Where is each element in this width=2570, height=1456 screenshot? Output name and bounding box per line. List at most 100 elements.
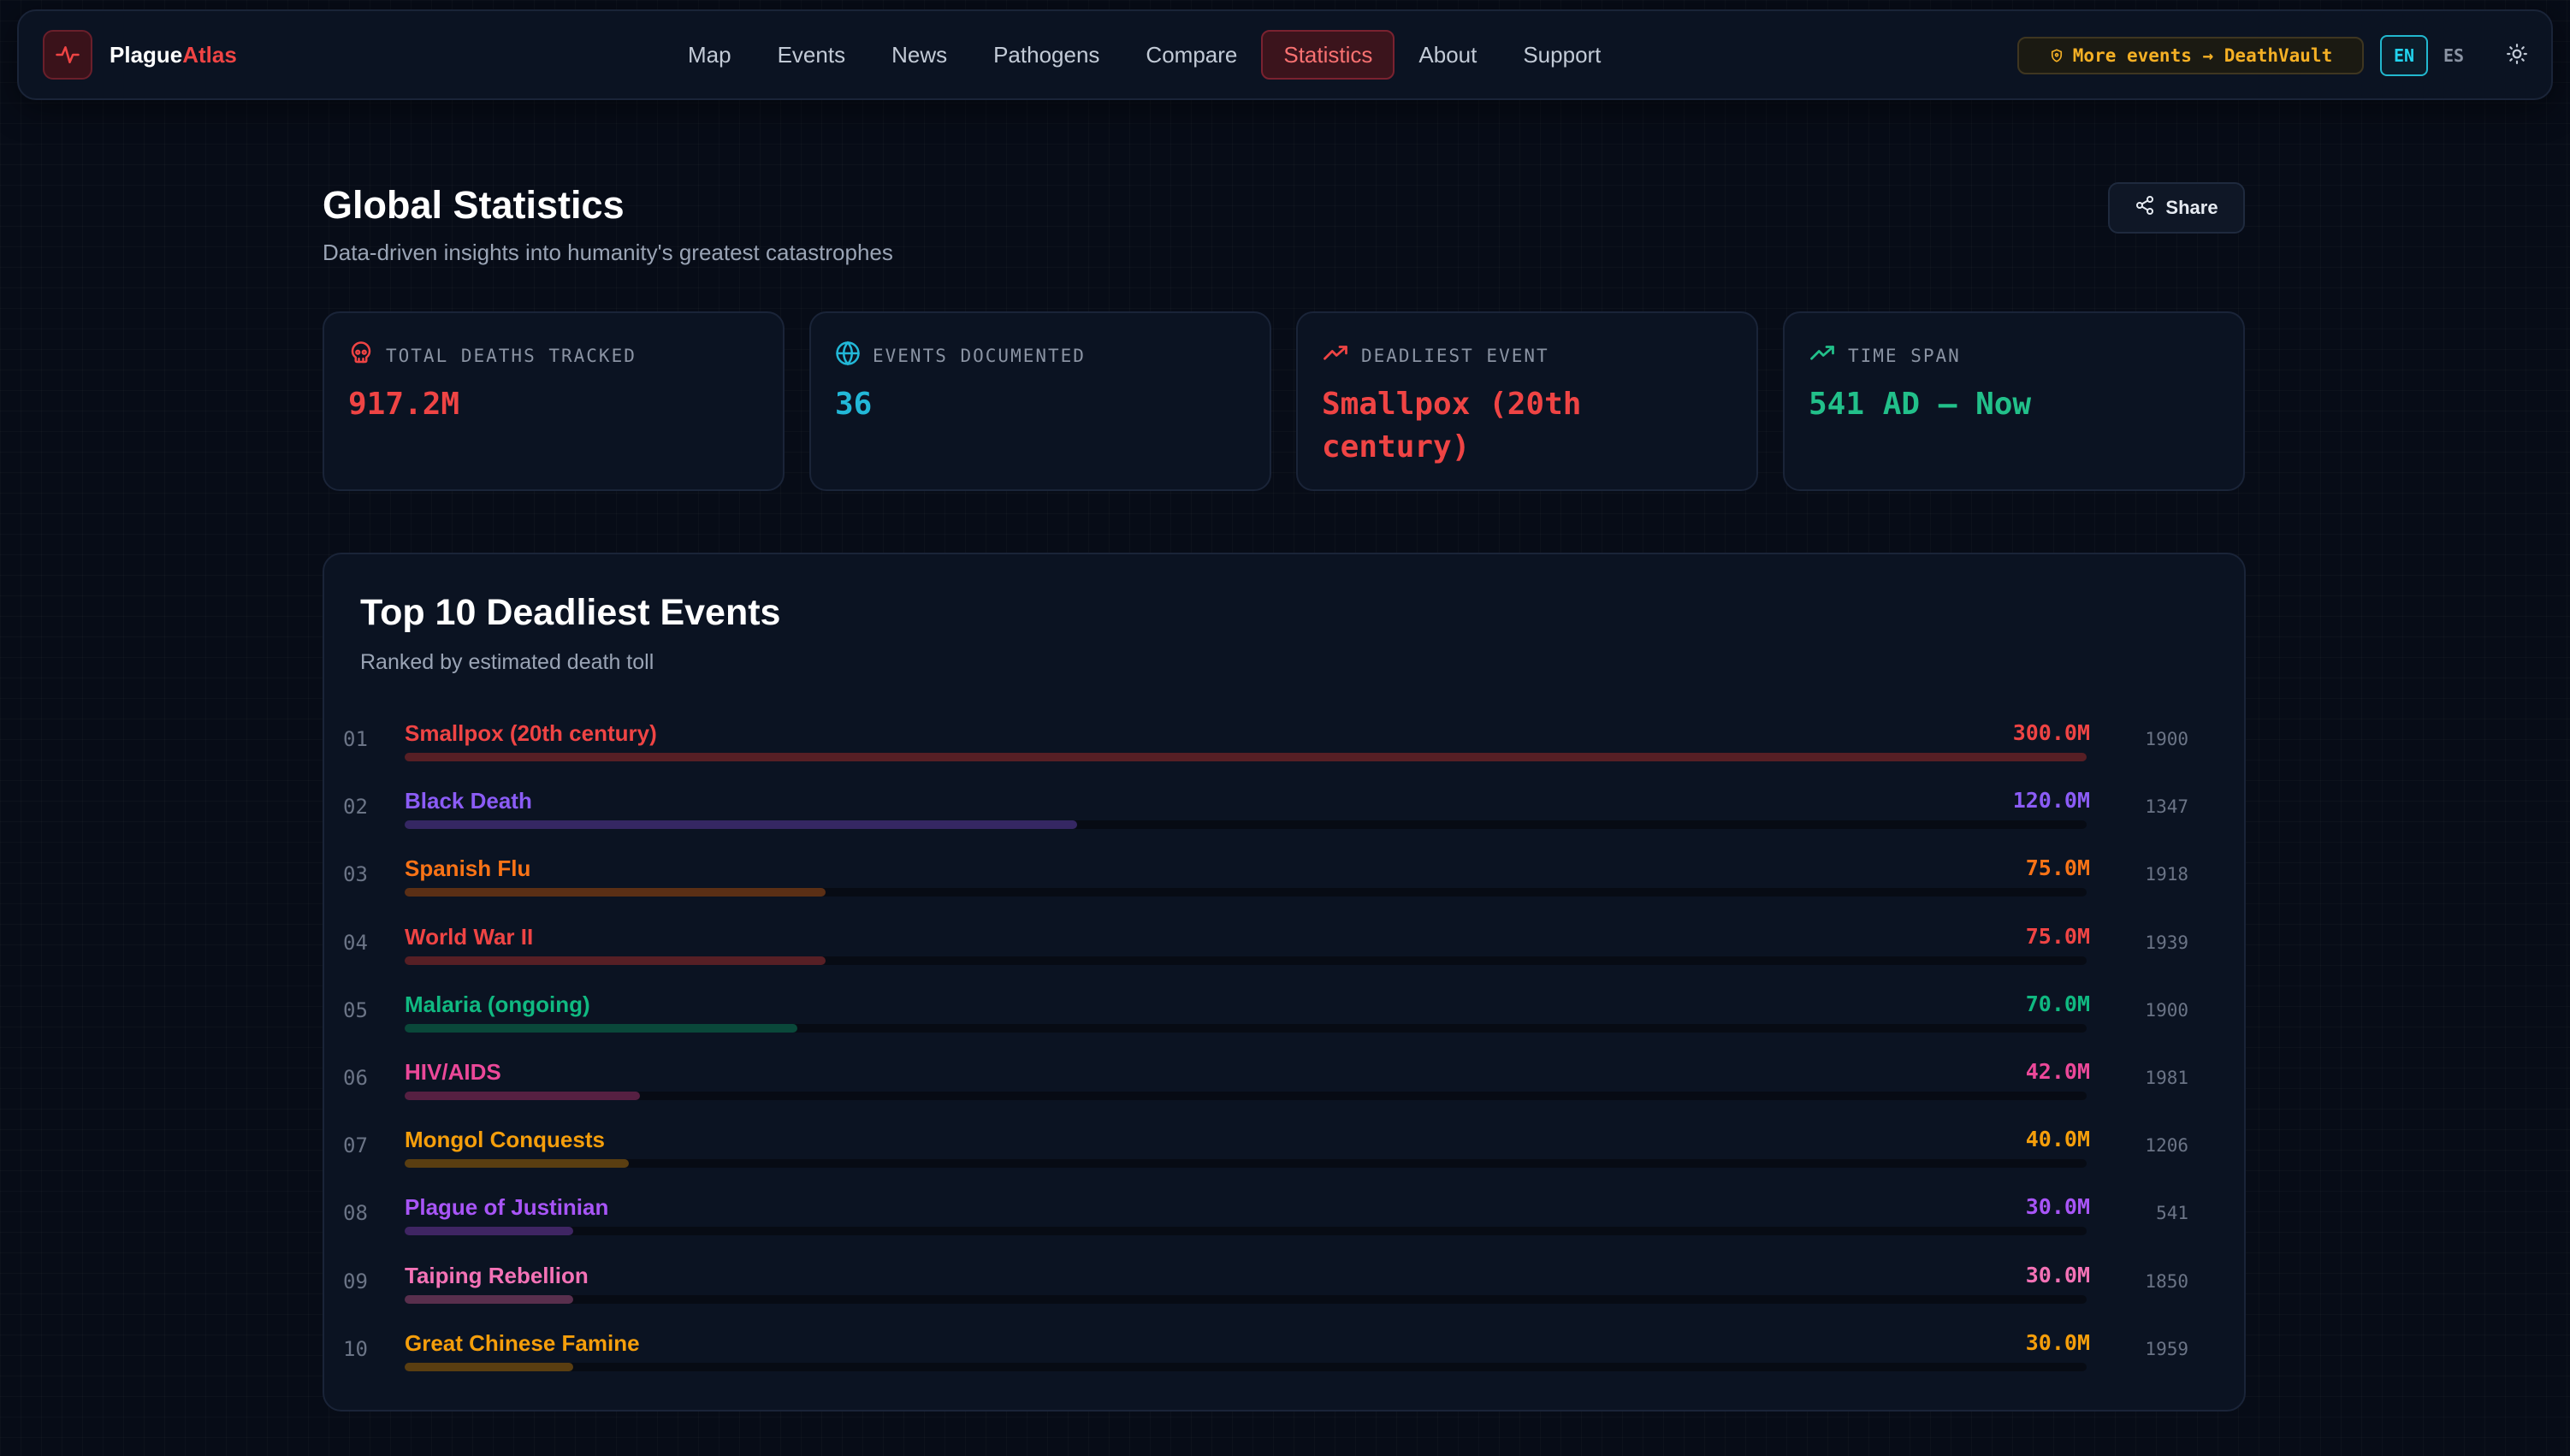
event-year: 1939 <box>2145 932 2188 953</box>
rank-number: 05 <box>343 997 368 1022</box>
stat-value: 917.2M <box>348 387 460 422</box>
navbar: PlagueAtlas Map Events News Pathogens Co… <box>17 9 2553 100</box>
event-year: 1959 <box>2145 1338 2188 1359</box>
share-icon <box>2135 195 2165 221</box>
page-title: Global Statistics <box>323 183 625 227</box>
nav-item-pathogens[interactable]: Pathogens <box>971 30 1122 80</box>
death-toll: 300.0M <box>2012 720 2090 745</box>
bar-track <box>405 1294 2087 1304</box>
bar-track <box>405 956 2087 965</box>
bar-fill <box>405 1227 573 1236</box>
nav-item-map[interactable]: Map <box>666 30 754 80</box>
theme-toggle-button[interactable] <box>2498 37 2536 74</box>
death-toll: 120.0M <box>2012 788 2090 814</box>
nav-item-news[interactable]: News <box>869 30 969 80</box>
stat-card-time-span: TIME SPAN 541 AD — Now <box>1783 311 2245 491</box>
event-year: 541 <box>2156 1203 2188 1224</box>
ranking-row[interactable]: 01 Smallpox (20th century) 300.0M 1900 <box>324 707 2244 774</box>
nav-item-statistics[interactable]: Statistics <box>1261 30 1395 80</box>
rank-number: 07 <box>343 1133 368 1158</box>
event-name: HIV/AIDS <box>405 1058 501 1085</box>
lang-en-button[interactable]: EN <box>2380 35 2428 76</box>
rank-number: 02 <box>343 795 368 820</box>
bar-fill <box>405 956 826 965</box>
page-subtitle: Data-driven insights into humanity's gre… <box>323 240 893 265</box>
stat-value: Smallpox (20th century) <box>1322 387 1582 465</box>
event-name: Smallpox (20th century) <box>405 720 657 746</box>
ranking-row[interactable]: 07 Mongol Conquests 40.0M 1206 <box>324 1113 2244 1181</box>
ranking-row[interactable]: 03 Spanish Flu 75.0M 1918 <box>324 842 2244 909</box>
event-name: Plague of Justinian <box>405 1194 609 1221</box>
death-toll: 30.0M <box>2025 1194 2090 1220</box>
nav-links: Map Events News Pathogens Compare Statis… <box>666 30 1625 80</box>
bar-track <box>405 1362 2087 1371</box>
nav-item-compare[interactable]: Compare <box>1123 30 1259 80</box>
ranking-row[interactable]: 04 World War II 75.0M 1939 <box>324 910 2244 978</box>
trending-up-icon <box>1809 340 1836 370</box>
stat-card-deadliest-event: DEADLIEST EVENT Smallpox (20th century) <box>1296 311 1758 491</box>
rank-number: 04 <box>343 930 368 955</box>
brand-name-part-2: Atlas <box>182 41 237 68</box>
trending-up-icon <box>1322 340 1349 370</box>
lang-es-button[interactable]: ES <box>2430 35 2478 76</box>
bar-track <box>405 888 2087 897</box>
deathvault-promo-link[interactable]: More events → DeathVault <box>2017 37 2364 74</box>
bar-track <box>405 1227 2087 1236</box>
stat-label: TOTAL DEATHS TRACKED <box>386 345 637 366</box>
event-name: Mongol Conquests <box>405 1127 605 1153</box>
event-name: Taiping Rebellion <box>405 1262 589 1288</box>
activity-pulse-icon <box>43 30 92 80</box>
panel-subtitle: Ranked by estimated death toll <box>360 650 654 674</box>
share-label: Share <box>2165 197 2218 218</box>
event-year: 1900 <box>2145 729 2188 749</box>
bar-fill <box>405 1091 641 1100</box>
stat-card-events-documented: EVENTS DOCUMENTED 36 <box>809 311 1271 491</box>
brand[interactable]: PlagueAtlas <box>43 30 237 80</box>
bar-track <box>405 753 2087 761</box>
ranking-row[interactable]: 08 Plague of Justinian 30.0M 541 <box>324 1181 2244 1248</box>
share-button[interactable]: Share <box>2108 182 2245 234</box>
sun-icon <box>2506 43 2528 69</box>
ranking-row[interactable]: 05 Malaria (ongoing) 70.0M 1900 <box>324 978 2244 1045</box>
nav-item-about[interactable]: About <box>1396 30 1499 80</box>
brand-name-part-1: Plague <box>110 41 183 68</box>
event-name: World War II <box>405 923 534 950</box>
shield-icon <box>2049 48 2064 63</box>
ranking-row[interactable]: 06 HIV/AIDS 42.0M 1981 <box>324 1045 2244 1113</box>
bar-fill <box>405 820 1078 830</box>
ranking-row[interactable]: 09 Taiping Rebellion 30.0M 1850 <box>324 1249 2244 1317</box>
globe-icon <box>835 340 861 370</box>
stat-value: 541 AD — Now <box>1809 387 2032 422</box>
nav-item-support[interactable]: Support <box>1501 30 1623 80</box>
death-toll: 30.0M <box>2025 1262 2090 1287</box>
rank-number: 03 <box>343 862 368 887</box>
death-toll: 70.0M <box>2025 991 2090 1016</box>
stat-label: EVENTS DOCUMENTED <box>873 345 1086 366</box>
event-name: Black Death <box>405 788 532 814</box>
event-year: 1900 <box>2145 999 2188 1021</box>
ranking-row[interactable]: 10 Great Chinese Famine 30.0M 1959 <box>324 1317 2244 1384</box>
rank-number: 06 <box>343 1065 368 1090</box>
bar-track <box>405 1023 2087 1033</box>
bar-fill <box>405 1023 797 1033</box>
nav-item-events[interactable]: Events <box>755 30 868 80</box>
brand-name: PlagueAtlas <box>110 42 237 68</box>
stat-card-total-deaths: TOTAL DEATHS TRACKED 917.2M <box>323 311 785 491</box>
rank-number: 01 <box>343 727 368 751</box>
rank-number: 09 <box>343 1269 368 1293</box>
death-toll: 30.0M <box>2025 1329 2090 1355</box>
rank-number: 08 <box>343 1201 368 1226</box>
stat-label: DEADLIEST EVENT <box>1361 345 1549 366</box>
skull-icon <box>348 340 374 370</box>
promo-label: More events → DeathVault <box>2072 45 2333 66</box>
panel-title: Top 10 Deadliest Events <box>360 592 781 633</box>
death-toll: 40.0M <box>2025 1127 2090 1152</box>
event-name: Great Chinese Famine <box>405 1329 640 1356</box>
ranking-row[interactable]: 02 Black Death 120.0M 1347 <box>324 774 2244 842</box>
event-year: 1981 <box>2145 1067 2188 1088</box>
bar-fill <box>405 888 826 897</box>
event-year: 1918 <box>2145 864 2188 885</box>
rank-number: 10 <box>343 1336 368 1361</box>
bar-track <box>405 820 2087 830</box>
bar-track <box>405 1091 2087 1100</box>
